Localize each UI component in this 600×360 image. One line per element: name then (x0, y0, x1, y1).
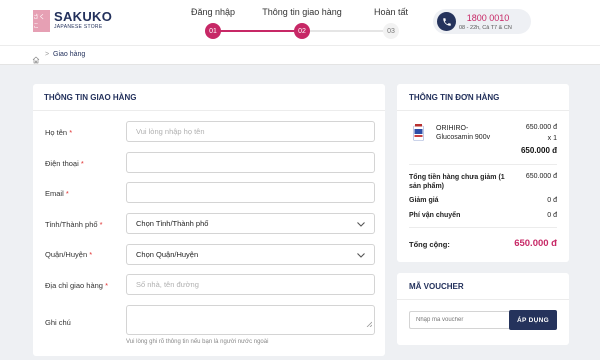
breadcrumb-separator: > (45, 51, 50, 58)
district-select-value: Chọn Quận/Huyện (136, 250, 199, 259)
label-email: Email * (45, 189, 69, 198)
discount-value: 0 đ (547, 197, 557, 204)
note-textarea[interactable] (126, 305, 375, 335)
shipping-title-divider (33, 110, 385, 111)
voucher-title-divider (397, 299, 569, 300)
voucher-card: MÃ VOUCHER (397, 273, 569, 345)
brand-logo[interactable]: さくこ SAKUKO JAPANESE STORE (33, 10, 112, 32)
chevron-down-icon (356, 250, 366, 262)
address-input[interactable] (126, 274, 375, 295)
label-phone: Điện thoại * (45, 159, 84, 168)
step-number-done: 03 (383, 23, 399, 39)
hotline-hours: 08 - 22h, Cả T7 & CN (459, 25, 512, 31)
brand-name: SAKUKO (54, 9, 113, 24)
shipping-fee-label: Phí vận chuyển (409, 212, 461, 219)
step-label-login: Đăng nhập (190, 7, 236, 17)
label-address: Địa chỉ giao hàng * (45, 281, 108, 290)
label-note: Ghi chú (45, 318, 71, 327)
shipping-title: THÔNG TIN GIAO HÀNG (44, 93, 137, 102)
logo-mark: さくこ (33, 10, 50, 32)
voucher-title: MÃ VOUCHER (409, 282, 464, 291)
email-input[interactable] (126, 182, 375, 203)
subtotal-label: Tổng tiền hàng chưa giảm (1 sản phẩm) (409, 174, 505, 191)
order-title-divider (397, 110, 569, 111)
voucher-input[interactable] (409, 311, 509, 329)
subtotal-value: 650.000 đ (525, 173, 557, 180)
hotline-number: 1800 0010 (466, 13, 510, 23)
order-total-divider (409, 227, 557, 228)
step-connector-done (213, 30, 302, 32)
total-label: Tổng cộng: (409, 240, 450, 249)
hotline-box[interactable]: 1800 0010 08 - 22h, Cả T7 & CN (433, 9, 531, 34)
step-label-shipping: Thông tin giao hàng (262, 7, 342, 17)
label-full-name: Họ tên * (45, 128, 73, 137)
product-quantity: x 1 (547, 135, 557, 142)
district-select[interactable]: Chọn Quận/Huyện (126, 244, 375, 265)
product-line-total: 650.000 đ (520, 146, 557, 155)
label-province: Tỉnh/Thành phố * (45, 220, 103, 229)
site-header: さくこ SAKUKO JAPANESE STORE Đăng nhập 01 T… (0, 0, 600, 45)
step-number-login: 01 (205, 23, 221, 39)
label-district: Quận/Huyện * (45, 250, 93, 259)
brand-tagline: JAPANESE STORE (54, 24, 103, 30)
province-select-value: Chọn Tỉnh/Thành phố (136, 219, 209, 228)
note-hint: Vui lòng ghi rõ thông tin nếu bạn là ngư… (126, 339, 269, 345)
order-item-divider (409, 164, 557, 165)
breadcrumb: > Giao hàng (0, 45, 600, 65)
chevron-down-icon (356, 219, 366, 231)
phone-input[interactable] (126, 152, 375, 173)
order-title: THÔNG TIN ĐƠN HÀNG (409, 93, 500, 102)
product-unit-price: 650.000 đ (525, 124, 557, 131)
apply-voucher-button[interactable]: ÁP DỤNG (509, 310, 557, 330)
full-name-input[interactable] (126, 121, 375, 142)
home-icon[interactable] (32, 51, 40, 69)
step-number-shipping: 02 (294, 23, 310, 39)
product-thumbnail[interactable] (413, 124, 424, 141)
province-select[interactable]: Chọn Tỉnh/Thành phố (126, 213, 375, 234)
step-connector-pending (302, 30, 391, 32)
step-label-done: Hoàn tất (373, 7, 409, 17)
product-name[interactable]: ORIHIRO-Glucosamin 900v (436, 124, 504, 142)
discount-label: Giảm giá (409, 197, 439, 204)
breadcrumb-current[interactable]: Giao hàng (53, 51, 85, 58)
total-value: 650.000 đ (514, 238, 557, 249)
shipping-fee-value: 0 đ (547, 212, 557, 219)
resize-grip-icon[interactable] (366, 314, 373, 332)
